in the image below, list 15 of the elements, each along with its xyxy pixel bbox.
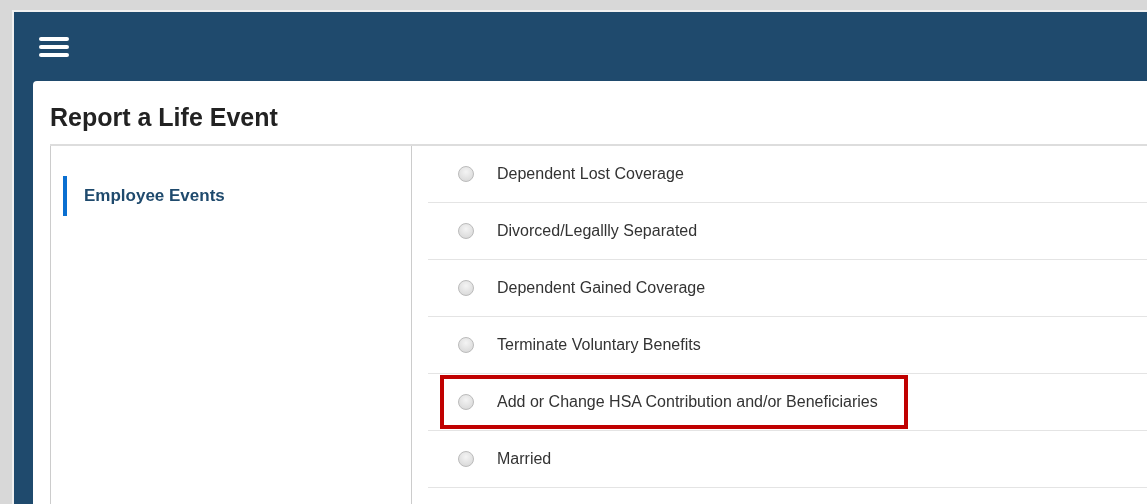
radio-button[interactable] <box>458 166 474 182</box>
radio-button[interactable] <box>458 394 474 410</box>
radio-button[interactable] <box>458 280 474 296</box>
radio-button[interactable] <box>458 337 474 353</box>
menu-icon[interactable] <box>39 35 69 58</box>
radio-button[interactable] <box>458 223 474 239</box>
sidebar-item[interactable]: Employee Events <box>63 176 411 216</box>
option-label: Married <box>497 450 552 468</box>
option-label: Terminate Voluntary Benefits <box>497 336 701 354</box>
option-label: Add or Change HSA Contribution and/or Beneficiaries <box>497 393 878 411</box>
radio-button[interactable] <box>458 451 474 467</box>
option-label: Dependent Lost Coverage <box>497 165 684 183</box>
option-label: Divorced/Legallly Separated <box>497 222 698 240</box>
page-title: Report a Life Event <box>50 103 279 132</box>
option-label: Dependent Gained Coverage <box>497 279 706 297</box>
